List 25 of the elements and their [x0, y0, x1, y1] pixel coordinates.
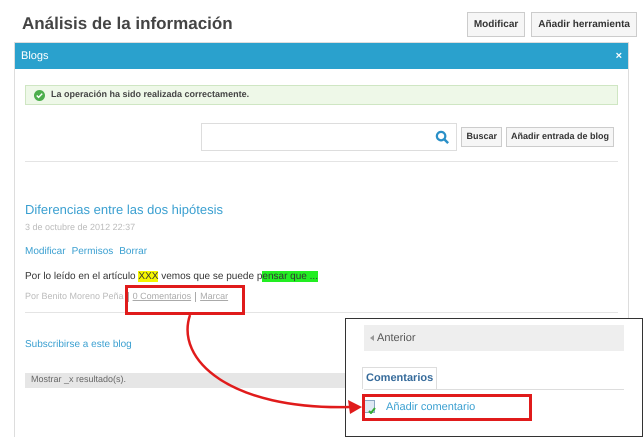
search-field[interactable] [201, 123, 458, 151]
post-excerpt: Por lo leído en el artículo XXX vemos que se puede pensar que ... [25, 270, 319, 284]
action-button[interactable]: Añadir entrada de blog [506, 127, 614, 147]
comments-tab[interactable]: Comentarios [362, 367, 438, 388]
message-text: La operación ha sido realizada correctamente. [51, 88, 250, 102]
subscribe-link[interactable]: Subscribirse a este blog [25, 338, 132, 350]
post-date: 3 de octubre de 2012 22:37 [25, 220, 136, 234]
comments-link[interactable]: 0 Comentarios [132, 290, 192, 304]
toolbar-button[interactable]: Modificar [466, 12, 526, 36]
previous-link[interactable]: Anterior [377, 330, 416, 346]
post-action-link[interactable]: Borrar [119, 244, 148, 259]
flag-link[interactable]: Marcar [200, 290, 228, 304]
page-title: Análisis de la información [22, 13, 233, 36]
triangle-left-icon [370, 335, 374, 341]
post-title[interactable]: Diferencias entre las dos hipótesis [25, 200, 618, 220]
search-icon [435, 130, 450, 144]
post-action-link[interactable]: Permisos [72, 244, 114, 259]
close-button[interactable]: × [616, 50, 622, 62]
post-action-link[interactable]: Modificar [25, 244, 66, 259]
toolbar-button[interactable]: Añadir herramienta [531, 12, 637, 36]
panel-title: Blogs [21, 48, 49, 64]
post-author: Por Benito Moreno Peña [25, 290, 124, 303]
check-icon [34, 90, 45, 100]
action-button[interactable]: Buscar [461, 127, 502, 147]
add-comment-link[interactable]: Añadir comentario [386, 398, 476, 416]
